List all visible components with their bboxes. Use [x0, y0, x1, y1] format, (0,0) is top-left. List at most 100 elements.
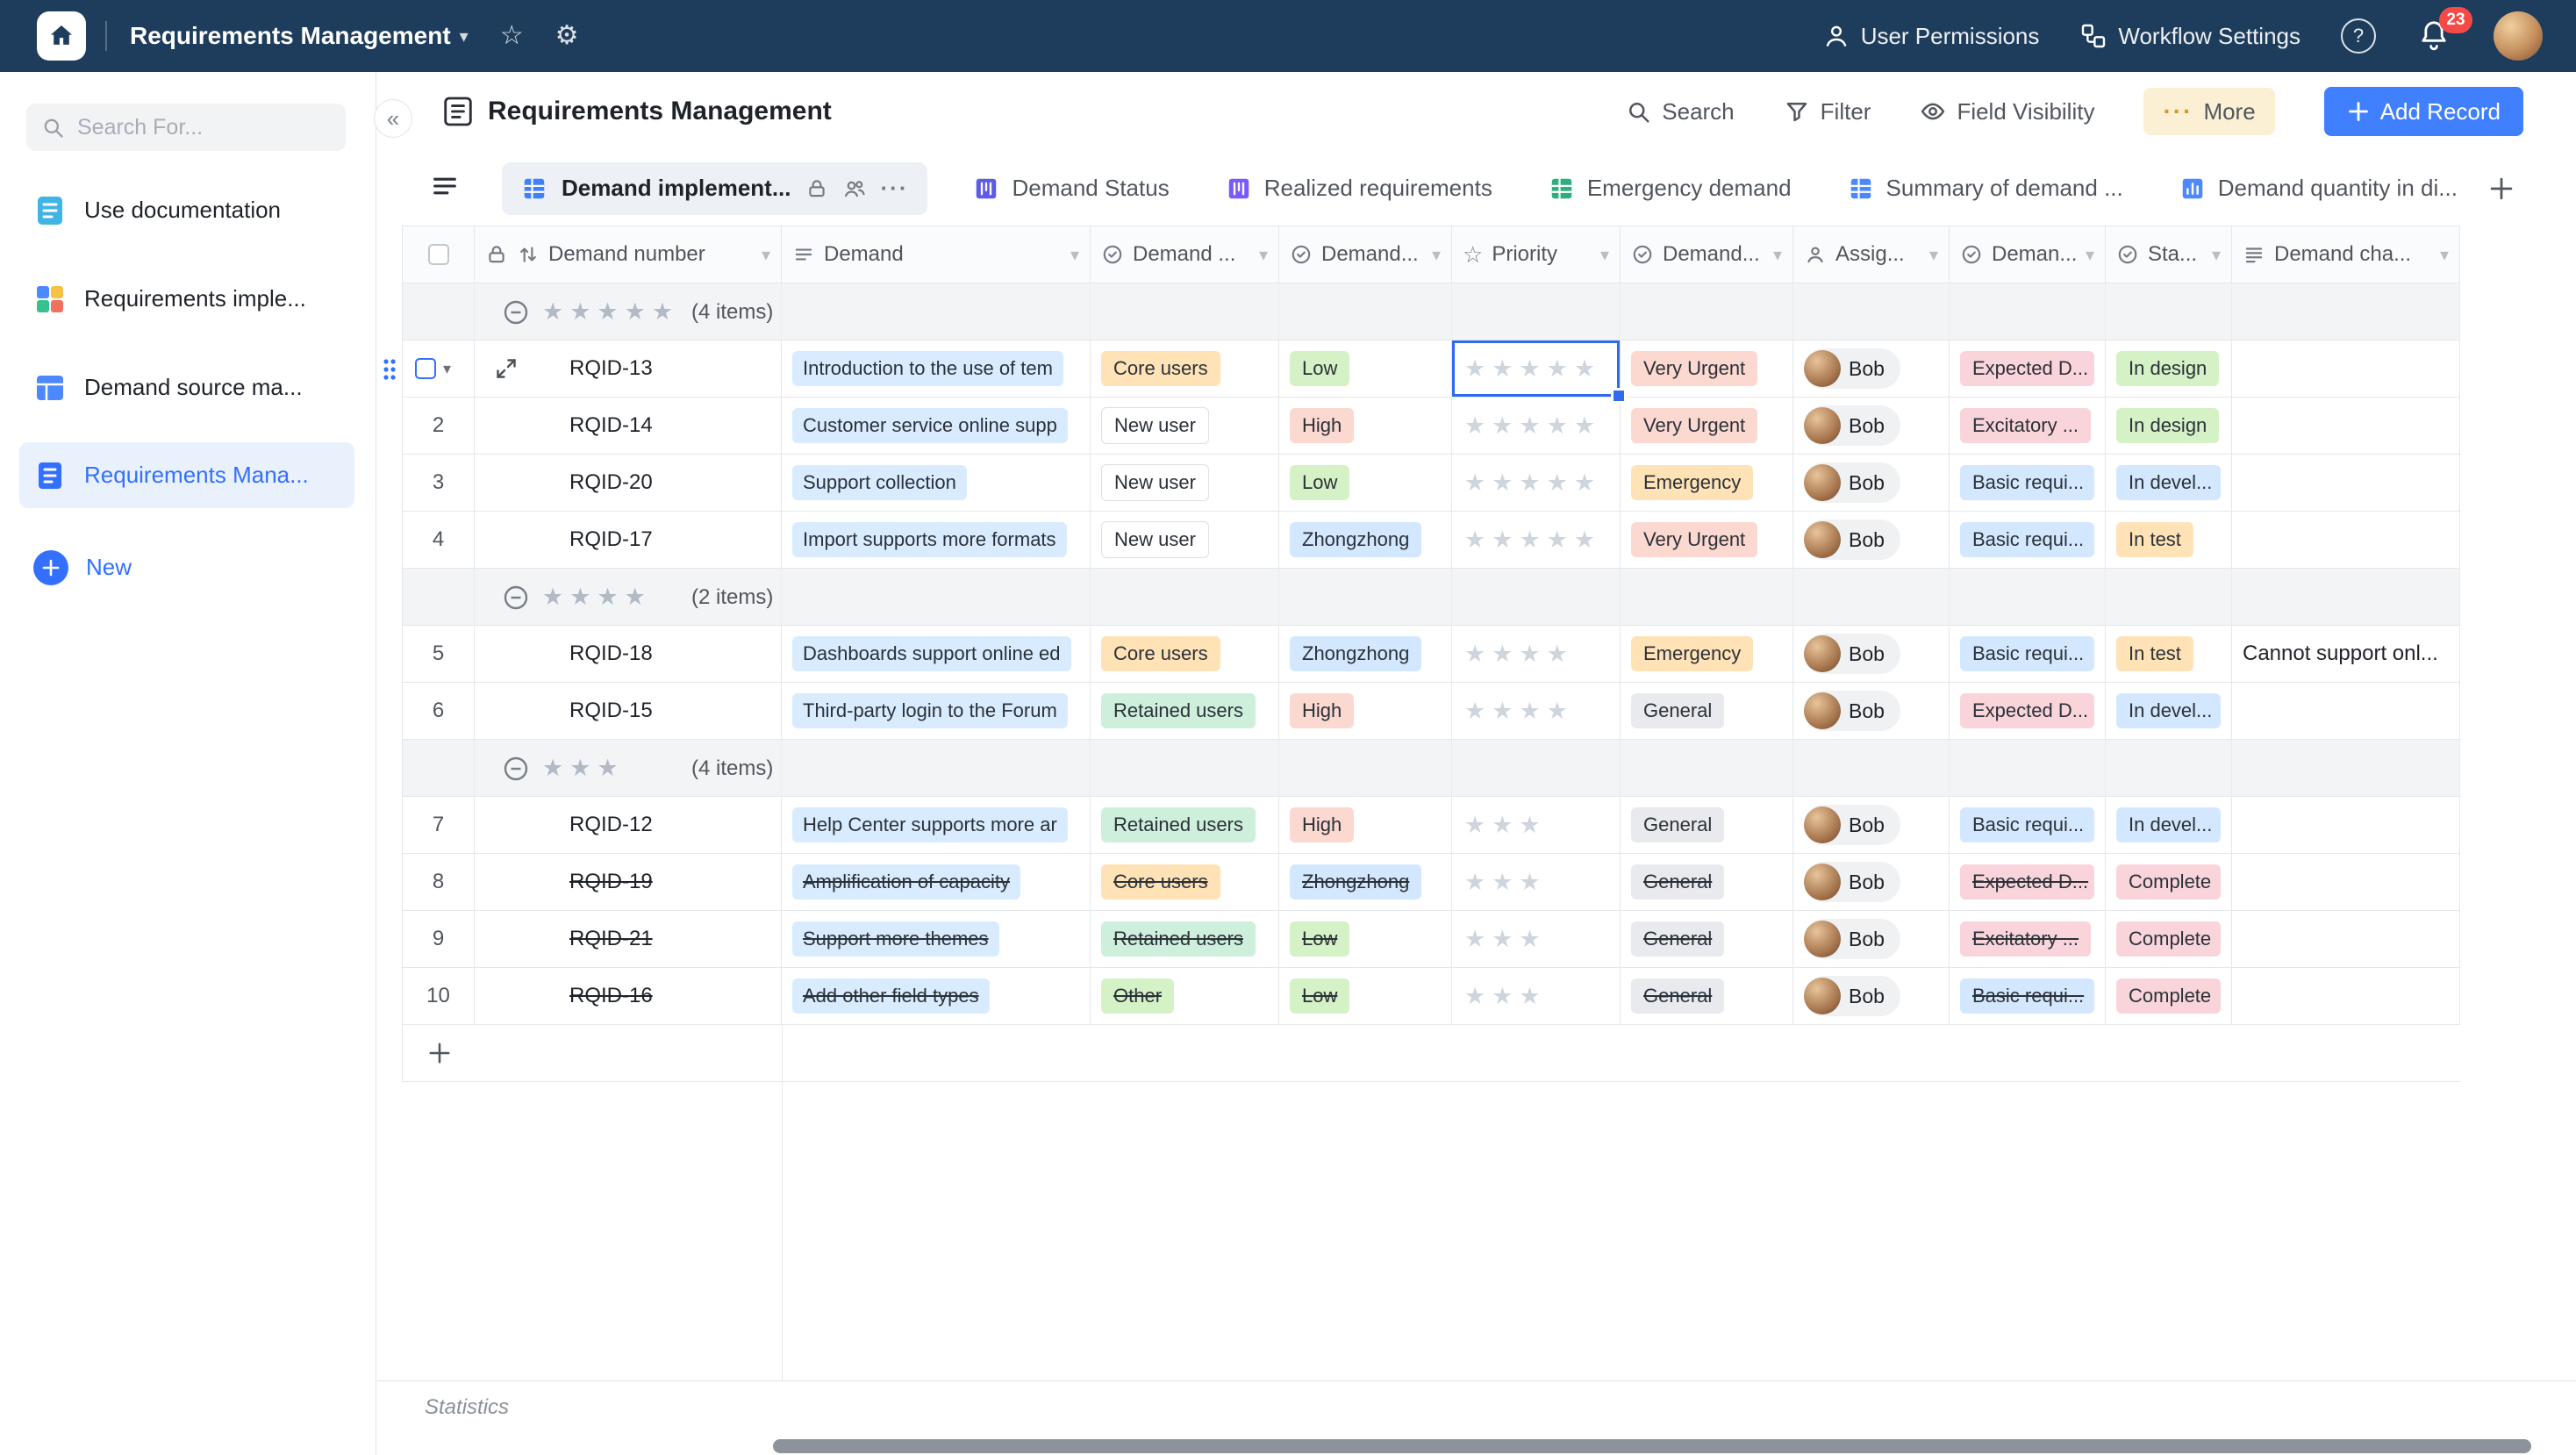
record-id-cell[interactable]: RQID-17	[475, 512, 782, 569]
column-header-demand-type[interactable]: Deman... ▾	[1950, 226, 2106, 283]
priority-cell[interactable]: ★★★★★	[1452, 512, 1621, 569]
demand-urgency-cell[interactable]: General	[1621, 854, 1793, 911]
column-header-demand-level[interactable]: Demand... ▾	[1279, 226, 1452, 283]
record-id-cell[interactable]: RQID-16	[475, 968, 782, 1025]
priority-cell[interactable]: ★★★★★	[1452, 455, 1621, 512]
assignee-cell[interactable]: Bob	[1793, 854, 1950, 911]
priority-cell[interactable]: ★★★	[1452, 911, 1621, 968]
demand-user-type-cell[interactable]: Retained users	[1091, 911, 1279, 968]
column-header-status[interactable]: Sta... ▾	[2106, 226, 2232, 283]
row-select-cell[interactable]: 3	[402, 455, 475, 512]
assignee-cell[interactable]: Bob	[1793, 340, 1950, 398]
user-permissions-button[interactable]: User Permissions	[1822, 22, 2040, 50]
demand-cell[interactable]: Add other field types	[782, 968, 1091, 1025]
tab-demand-quantity[interactable]: Demand quantity in di...	[2179, 175, 2458, 202]
demand-urgency-cell[interactable]: Very Urgent	[1621, 398, 1793, 455]
status-cell[interactable]: Complete	[2106, 968, 2232, 1025]
add-record-button[interactable]: Add Record	[2324, 87, 2523, 136]
demand-type-cell[interactable]: Expected D...	[1950, 683, 2106, 740]
add-record-row[interactable]	[402, 1025, 2460, 1082]
chevron-down-icon[interactable]: ▾	[1070, 244, 1079, 266]
demand-cell[interactable]: Third-party login to the Forum	[782, 683, 1091, 740]
demand-urgency-cell[interactable]: Emergency	[1621, 626, 1793, 683]
priority-cell[interactable]: ★★★★★	[1452, 340, 1621, 398]
column-header-demand[interactable]: Demand ▾	[782, 226, 1091, 283]
demand-characteristics-cell[interactable]	[2232, 512, 2460, 569]
demand-characteristics-cell[interactable]	[2232, 683, 2460, 740]
priority-cell[interactable]: ★★★	[1452, 854, 1621, 911]
tab-demand-implementation[interactable]: Demand implement... ···	[502, 162, 927, 215]
demand-cell[interactable]: Support more themes	[782, 911, 1091, 968]
demand-cell[interactable]: Help Center supports more ar	[782, 797, 1091, 854]
record-id-cell[interactable]: RQID-12	[475, 797, 782, 854]
chevron-down-icon[interactable]: ▾	[1432, 244, 1441, 266]
demand-characteristics-cell[interactable]	[2232, 340, 2460, 398]
collapse-sidebar-button[interactable]: «	[374, 99, 412, 138]
help-icon[interactable]: ?	[2341, 18, 2376, 54]
demand-level-cell[interactable]: Zhongzhong	[1279, 626, 1452, 683]
avatar[interactable]	[2494, 11, 2543, 61]
demand-type-cell[interactable]: Basic requi...	[1950, 968, 2106, 1025]
column-header-demand-user-type[interactable]: Demand ... ▾	[1091, 226, 1279, 283]
tab-more-icon[interactable]: ···	[881, 175, 909, 202]
record-id-cell[interactable]: RQID-13	[475, 340, 782, 398]
table-row[interactable]: 2RQID-14Customer service online suppNew …	[402, 398, 2460, 455]
demand-level-cell[interactable]: Low	[1279, 455, 1452, 512]
tab-demand-status[interactable]: Demand Status	[973, 175, 1169, 202]
assignee-cell[interactable]: Bob	[1793, 968, 1950, 1025]
home-button[interactable]	[37, 11, 86, 61]
add-view-button[interactable]	[2488, 151, 2515, 226]
workflow-settings-button[interactable]: Workflow Settings	[2079, 22, 2301, 50]
row-select-cell[interactable]: 4	[402, 512, 475, 569]
assignee-cell[interactable]: Bob	[1793, 398, 1950, 455]
horizontal-scrollbar[interactable]	[773, 1439, 2531, 1453]
record-id-cell[interactable]: RQID-15	[475, 683, 782, 740]
table-row[interactable]: 3RQID-20Support collectionNew userLow★★★…	[402, 455, 2460, 512]
row-select-cell[interactable]: 6	[402, 683, 475, 740]
row-select-cell[interactable]: 7	[402, 797, 475, 854]
table-row[interactable]: 8RQID-19Amplification of capacityCore us…	[402, 854, 2460, 911]
demand-type-cell[interactable]: Basic requi...	[1950, 455, 2106, 512]
priority-cell[interactable]: ★★★	[1452, 797, 1621, 854]
favorite-star-icon[interactable]: ☆	[500, 23, 524, 49]
row-select-cell[interactable]: 10	[402, 968, 475, 1025]
priority-cell[interactable]: ★★★	[1452, 968, 1621, 1025]
priority-cell[interactable]: ★★★★	[1452, 683, 1621, 740]
table-row[interactable]: 6RQID-15Third-party login to the ForumRe…	[402, 683, 2460, 740]
chevron-down-icon[interactable]: ▾	[1929, 244, 1938, 266]
status-cell[interactable]: In devel...	[2106, 797, 2232, 854]
demand-urgency-cell[interactable]: Emergency	[1621, 455, 1793, 512]
collapse-group-icon[interactable]	[502, 755, 530, 783]
chevron-down-icon[interactable]: ▾	[1600, 244, 1609, 266]
column-header-assignee[interactable]: Assig... ▾	[1793, 226, 1950, 283]
record-id-cell[interactable]: RQID-21	[475, 911, 782, 968]
demand-cell[interactable]: Amplification of capacity	[782, 854, 1091, 911]
assignee-cell[interactable]: Bob	[1793, 911, 1950, 968]
status-cell[interactable]: In devel...	[2106, 683, 2232, 740]
demand-type-cell[interactable]: Basic requi...	[1950, 626, 2106, 683]
record-id-cell[interactable]: RQID-14	[475, 398, 782, 455]
demand-cell[interactable]: Introduction to the use of tem	[782, 340, 1091, 398]
row-select-cell[interactable]: ▾	[402, 340, 475, 398]
demand-level-cell[interactable]: High	[1279, 398, 1452, 455]
view-list-icon[interactable]	[430, 171, 460, 205]
select-all-checkbox[interactable]	[428, 244, 449, 265]
priority-cell[interactable]: ★★★★★	[1452, 398, 1621, 455]
demand-user-type-cell[interactable]: New user	[1091, 398, 1279, 455]
column-header-demand-number[interactable]: Demand number ▾	[475, 226, 782, 283]
table-row[interactable]: 4RQID-17Import supports more formatsNew …	[402, 512, 2460, 569]
demand-type-cell[interactable]: Excitatory ...	[1950, 398, 2106, 455]
demand-user-type-cell[interactable]: Retained users	[1091, 683, 1279, 740]
demand-level-cell[interactable]: High	[1279, 797, 1452, 854]
gear-icon[interactable]: ⚙	[555, 23, 579, 49]
table-row[interactable]: 5RQID-18Dashboards support online edCore…	[402, 626, 2460, 683]
chevron-down-icon[interactable]: ▾	[762, 244, 770, 266]
record-id-cell[interactable]: RQID-19	[475, 854, 782, 911]
assignee-cell[interactable]: Bob	[1793, 797, 1950, 854]
demand-characteristics-cell[interactable]	[2232, 854, 2460, 911]
tab-realized-requirements[interactable]: Realized requirements	[1226, 175, 1492, 202]
demand-user-type-cell[interactable]: Core users	[1091, 854, 1279, 911]
select-all-cell[interactable]	[402, 226, 475, 283]
demand-characteristics-cell[interactable]	[2232, 911, 2460, 968]
demand-type-cell[interactable]: Basic requi...	[1950, 512, 2106, 569]
